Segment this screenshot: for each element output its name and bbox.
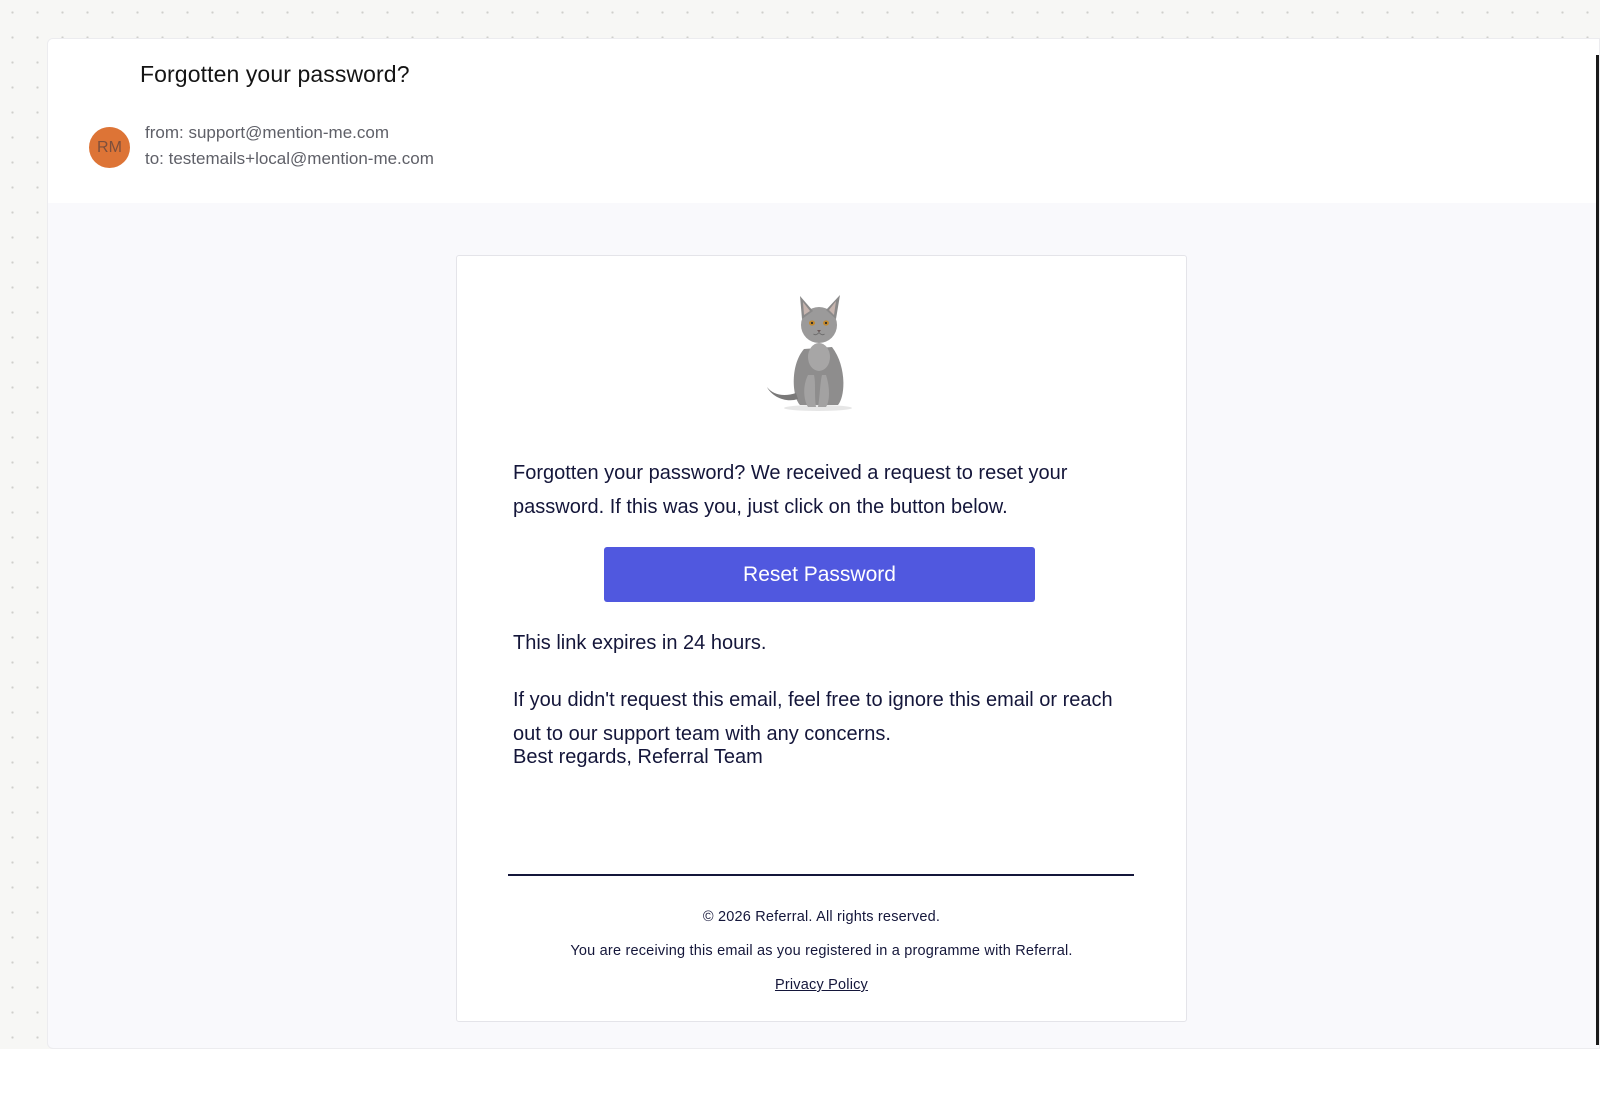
sender-avatar: RM [89, 127, 130, 168]
expiry-note: This link expires in 24 hours. [513, 632, 767, 654]
reset-password-button[interactable]: Reset Password [604, 547, 1035, 602]
privacy-policy-row: Privacy Policy [457, 977, 1186, 993]
footer-divider [508, 874, 1134, 876]
email-preview-card: Forgotten your password? RM from: suppor… [47, 38, 1600, 1049]
email-subject: Forgotten your password? [140, 61, 410, 87]
email-body: Forgotten your password? We received a r… [456, 255, 1187, 1022]
scrollbar[interactable] [1596, 55, 1599, 1045]
email-header: Forgotten your password? RM from: suppor… [48, 39, 1599, 203]
to-address: to: testemails+local@mention-me.com [145, 149, 434, 168]
cat-illustration [767, 295, 852, 411]
intro-paragraph: Forgotten your password? We received a r… [513, 462, 1068, 518]
from-address: from: support@mention-me.com [145, 123, 390, 142]
sign-off: Best regards, Referral Team [513, 746, 763, 768]
copyright-text: © 2026 Referral. All rights reserved. [702, 909, 941, 925]
privacy-policy-link[interactable]: Privacy Policy [775, 977, 868, 993]
registration-notice: You are receiving this email as you regi… [570, 943, 1073, 959]
